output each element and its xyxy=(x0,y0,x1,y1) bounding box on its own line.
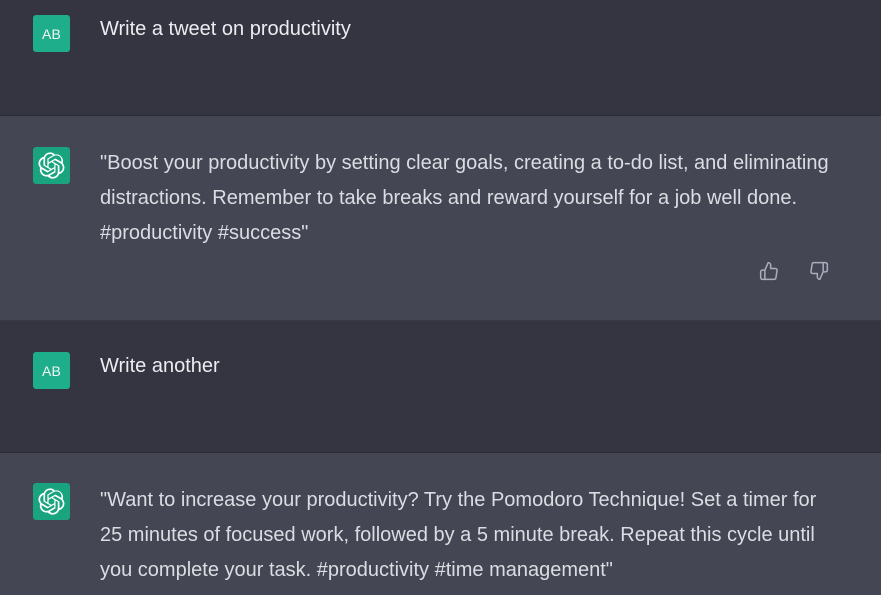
openai-logo-icon xyxy=(33,147,70,184)
feedback-buttons xyxy=(759,261,829,281)
user-message: AB Write another xyxy=(0,321,881,453)
user-avatar-initials: AB xyxy=(41,25,62,42)
user-avatar: AB xyxy=(33,15,70,52)
conversation-thread: AB Write a tweet on productivity "Boost … xyxy=(0,0,881,595)
thumbs-up-icon[interactable] xyxy=(759,261,779,281)
user-message: AB Write a tweet on productivity xyxy=(0,0,881,116)
user-avatar-initials: AB xyxy=(41,362,62,379)
user-message-text: Write a tweet on productivity xyxy=(100,18,351,40)
assistant-message-text: "Boost your productivity by setting clea… xyxy=(100,152,829,244)
user-avatar: AB xyxy=(33,352,70,389)
thumbs-down-icon[interactable] xyxy=(809,261,829,281)
assistant-message: "Want to increase your productivity? Try… xyxy=(0,453,881,595)
assistant-message-text: "Want to increase your productivity? Try… xyxy=(100,489,817,581)
assistant-message: "Boost your productivity by setting clea… xyxy=(0,116,881,321)
user-message-text: Write another xyxy=(100,355,220,377)
openai-logo-icon xyxy=(33,483,70,520)
